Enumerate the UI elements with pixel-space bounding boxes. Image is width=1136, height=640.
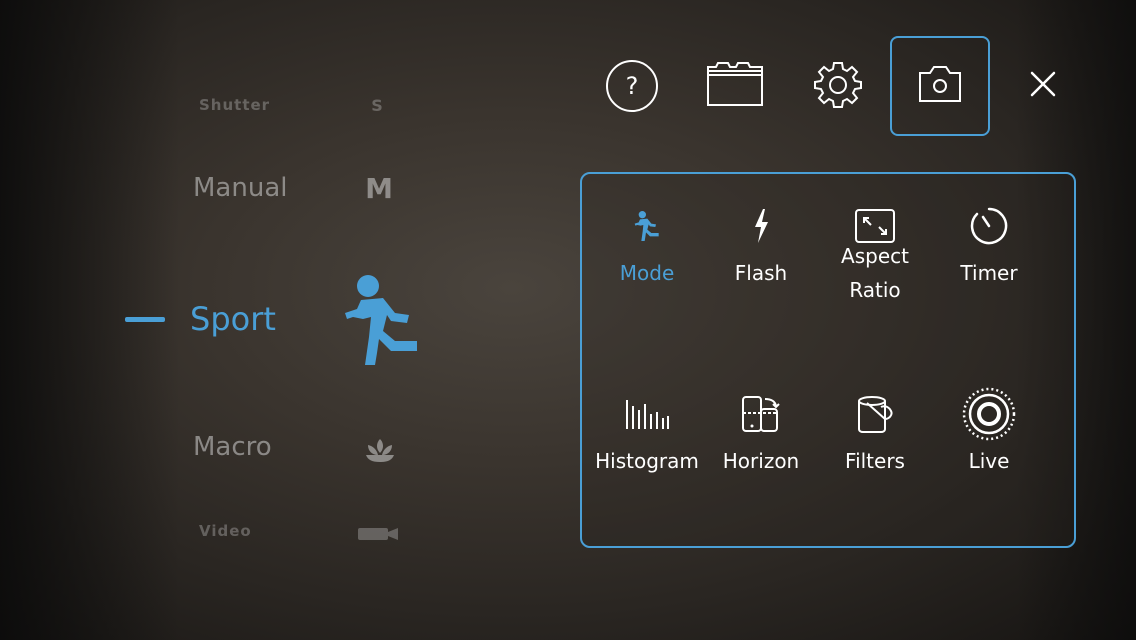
mode-label-manual: Manual — [193, 173, 288, 203]
help-glyph: ? — [625, 72, 639, 100]
video-camera-icon — [357, 526, 399, 545]
filters-icon — [855, 384, 895, 444]
panel-item-live[interactable]: Live — [932, 384, 1046, 478]
mode-item-video[interactable]: Video — [199, 522, 252, 540]
macro-flower-icon — [364, 437, 396, 467]
histogram-icon — [625, 384, 669, 444]
panel-label-flash: Flash — [734, 261, 788, 285]
panel-item-mode[interactable]: Mode — [590, 196, 704, 290]
mode-item-manual[interactable]: Manual — [193, 173, 287, 203]
panel-label-histogram: Histogram — [595, 449, 699, 473]
camera-settings-button[interactable] — [890, 36, 990, 136]
help-button[interactable]: ? — [582, 36, 682, 136]
mode-item-sport[interactable]: Sport — [190, 300, 276, 338]
panel-item-horizon[interactable]: Horizon — [704, 384, 818, 478]
camera-settings-panel: Mode Flash Aspect Ratio Timer Histogram … — [580, 172, 1076, 548]
panel-label-timer: Timer — [960, 261, 1018, 285]
panel-item-aspect-ratio[interactable]: Aspect Ratio — [818, 196, 932, 307]
panel-label-filters: Filters — [845, 449, 905, 473]
panel-label-mode: Mode — [619, 261, 675, 285]
gallery-button[interactable] — [685, 36, 785, 136]
horizon-icon — [741, 384, 781, 444]
shutter-glyph-text: S — [371, 96, 383, 115]
close-button[interactable] — [993, 36, 1093, 136]
manual-glyph-icon: M — [364, 172, 394, 205]
panel-item-histogram[interactable]: Histogram — [590, 384, 704, 478]
mode-item-shutter[interactable]: Shutter — [199, 96, 270, 114]
mode-label-shutter: Shutter — [199, 96, 271, 114]
panel-label-ratio: Ratio — [849, 278, 901, 302]
active-mode-indicator — [125, 317, 165, 322]
close-icon — [1029, 70, 1057, 102]
mode-label-macro: Macro — [193, 432, 272, 462]
camera-icon — [918, 65, 962, 107]
mode-item-macro[interactable]: Macro — [193, 432, 272, 462]
folder-icon — [706, 61, 764, 111]
settings-button[interactable] — [788, 36, 888, 136]
panel-label-live: Live — [968, 449, 1010, 473]
panel-label-aspect: Aspect — [841, 244, 909, 268]
live-icon — [961, 384, 1017, 444]
running-person-icon — [343, 273, 421, 371]
gear-icon — [814, 60, 862, 112]
timer-icon — [969, 196, 1009, 256]
flash-icon — [752, 196, 770, 256]
mode-label-sport: Sport — [190, 300, 276, 338]
help-icon: ? — [606, 60, 658, 112]
mode-label-video: Video — [199, 522, 252, 540]
running-person-icon — [634, 196, 660, 256]
manual-glyph-text: M — [365, 172, 393, 205]
shutter-glyph-icon: S — [366, 96, 388, 115]
panel-label-horizon: Horizon — [722, 449, 800, 473]
panel-item-filters[interactable]: Filters — [818, 384, 932, 478]
panel-item-timer[interactable]: Timer — [932, 196, 1046, 290]
panel-item-flash[interactable]: Flash — [704, 196, 818, 290]
